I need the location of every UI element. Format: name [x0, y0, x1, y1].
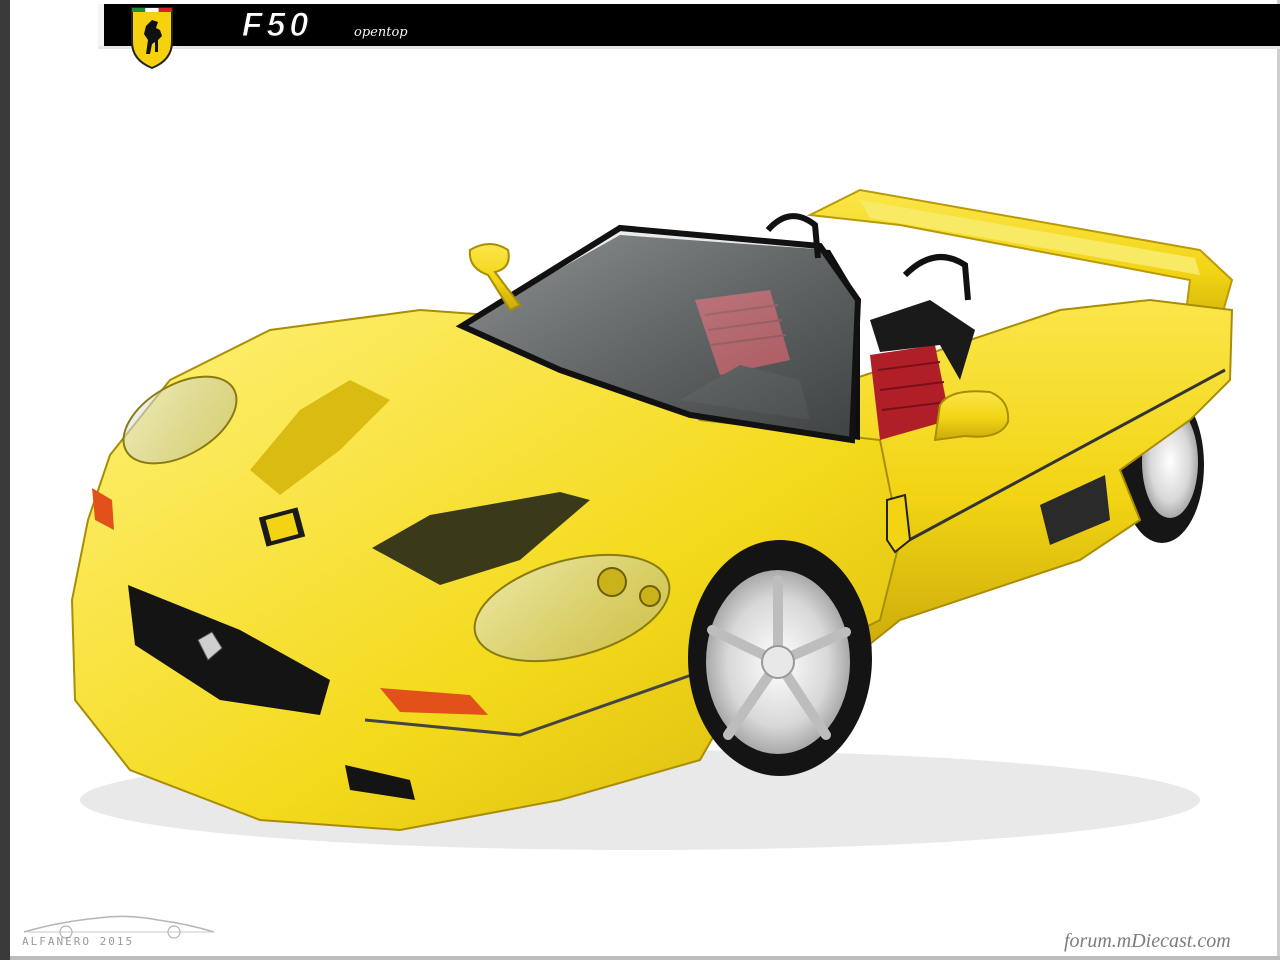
model-subtitle: opentop	[354, 25, 408, 40]
car-photo	[70, 188, 1234, 850]
prancing-horse-shield-icon	[131, 7, 173, 70]
header-stripe	[98, 4, 104, 46]
model-title: F50	[241, 6, 313, 45]
bottom-frame-border	[10, 956, 1280, 960]
alfanero-watermark: ALFANERO 2015	[22, 935, 135, 948]
forum-watermark: forum.mDiecast.com	[1064, 930, 1231, 952]
